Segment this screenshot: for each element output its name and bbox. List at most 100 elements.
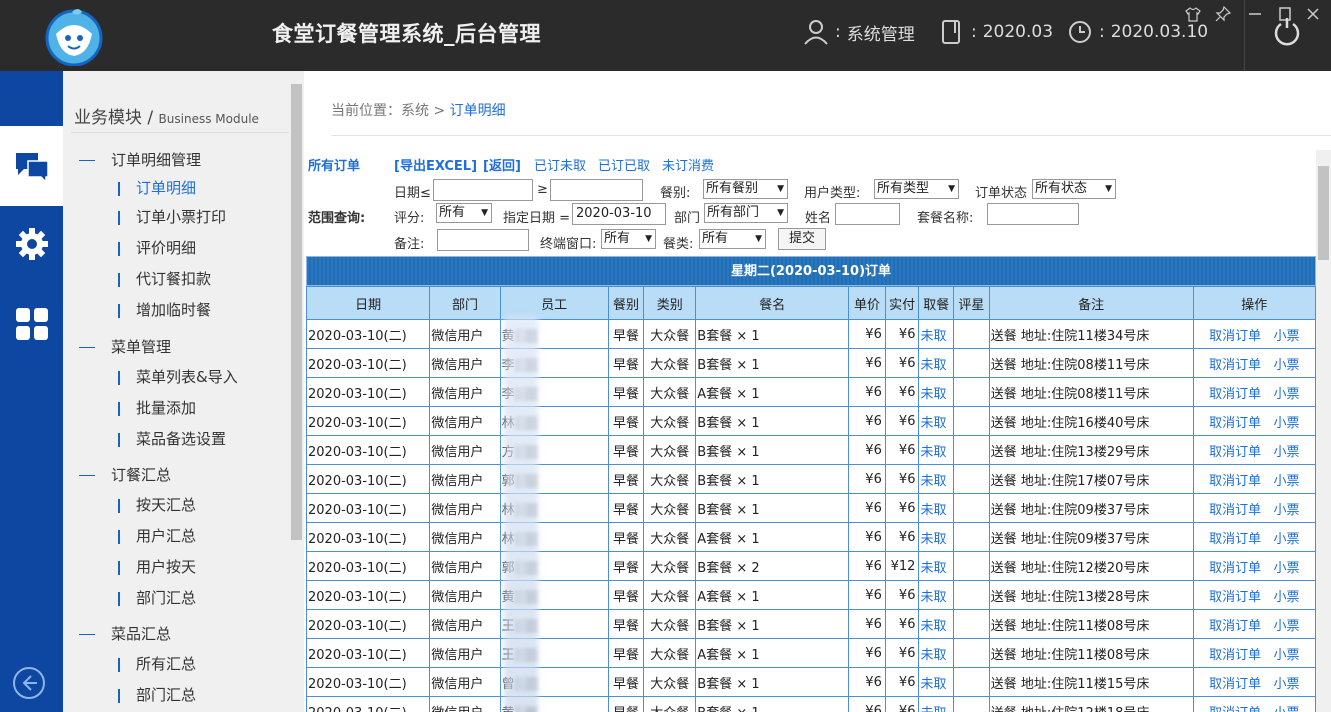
take-status-link[interactable]: 未取 [920,416,946,431]
cell-take[interactable]: 未取 [918,406,955,436]
cell-take[interactable]: 未取 [918,377,955,407]
ticket-link[interactable]: 小票 [1274,503,1300,518]
take-status-link[interactable]: 未取 [920,590,946,605]
category-select[interactable]: 所有 [699,229,766,249]
shirt-icon[interactable] [1182,6,1204,28]
cancel-order-link[interactable]: 取消订单 [1209,532,1261,547]
take-status-link[interactable]: 未取 [920,532,946,547]
sidebar-item-rating-detail[interactable]: 评价明细 [118,237,196,258]
cancel-order-link[interactable]: 取消订单 [1209,677,1261,692]
ticket-link[interactable]: 小票 [1274,561,1300,576]
cell-take[interactable]: 未取 [918,580,955,610]
ticket-link[interactable]: 小票 [1274,445,1300,460]
grid-icon[interactable] [0,284,63,364]
ticket-link[interactable]: 小票 [1274,387,1300,402]
ticket-link[interactable]: 小票 [1274,329,1300,344]
sidebar-item-menu-list[interactable]: 菜单列表&导入 [118,366,238,387]
cell-take[interactable]: 未取 [918,551,955,581]
gear-icon[interactable] [0,204,63,284]
sidebar-scroll-thumb[interactable] [291,84,302,540]
cell-take[interactable]: 未取 [918,493,955,523]
ordered-not-taken-link[interactable]: 已订未取 [534,155,586,174]
all-orders-link[interactable]: 所有订单 [308,155,360,174]
take-status-link[interactable]: 未取 [920,648,946,663]
sidebar-group-menu[interactable]: 菜单管理 [79,336,171,357]
sidebar-group-summary[interactable]: 订餐汇总 [79,464,171,485]
ticket-link[interactable]: 小票 [1274,590,1300,605]
not-ordered-link[interactable]: 未订消费 [662,155,714,174]
cell-take[interactable]: 未取 [918,319,955,349]
ticket-link[interactable]: 小票 [1274,648,1300,663]
ticket-link[interactable]: 小票 [1274,677,1300,692]
take-status-link[interactable]: 未取 [920,387,946,402]
back-link[interactable]: [返回] [483,155,521,174]
cancel-order-link[interactable]: 取消订单 [1209,474,1261,489]
remark-input[interactable] [437,229,529,251]
order-status-select[interactable]: 所有状态 [1032,179,1116,199]
ticket-link[interactable]: 小票 [1274,416,1300,431]
date-ge-input[interactable] [550,179,643,201]
cell-take[interactable]: 未取 [918,348,955,378]
ticket-link[interactable]: 小票 [1274,706,1300,712]
sidebar-item-by-user[interactable]: 用户汇总 [118,525,196,546]
ticket-link[interactable]: 小票 [1274,619,1300,634]
cell-take[interactable]: 未取 [918,667,955,697]
take-status-link[interactable]: 未取 [920,706,946,712]
cancel-order-link[interactable]: 取消订单 [1209,416,1261,431]
ticket-link[interactable]: 小票 [1274,532,1300,547]
sidebar-item-all-summary[interactable]: 所有汇总 [118,653,196,674]
sidebar-item-dish-options[interactable]: 菜品备选设置 [118,428,226,449]
export-excel-link[interactable]: [导出EXCEL] [394,155,477,174]
cell-take[interactable]: 未取 [918,522,955,552]
sidebar-item-order-detail[interactable]: 订单明细 [118,177,196,198]
take-status-link[interactable]: 未取 [920,619,946,634]
power-icon[interactable] [1272,16,1302,46]
cell-take[interactable]: 未取 [918,638,955,668]
main-scroll-thumb[interactable] [1318,166,1329,260]
sidebar-item-batch-add[interactable]: 批量添加 [118,397,196,418]
rating-select[interactable]: 所有 [436,203,492,223]
ticket-link[interactable]: 小票 [1274,474,1300,489]
take-status-link[interactable]: 未取 [920,358,946,373]
cancel-order-link[interactable]: 取消订单 [1209,329,1261,344]
date-le-input[interactable] [433,179,533,201]
take-status-link[interactable]: 未取 [920,561,946,576]
cell-take[interactable]: 未取 [918,435,955,465]
take-status-link[interactable]: 未取 [920,474,946,489]
cancel-order-link[interactable]: 取消订单 [1209,590,1261,605]
ticket-link[interactable]: 小票 [1274,358,1300,373]
cancel-order-link[interactable]: 取消订单 [1209,706,1261,712]
back-arrow-icon[interactable] [12,666,46,700]
cancel-order-link[interactable]: 取消订单 [1209,358,1261,373]
take-status-link[interactable]: 未取 [920,503,946,518]
sidebar-item-dept-summary[interactable]: 部门汇总 [118,684,196,705]
cell-take[interactable]: 未取 [918,609,955,639]
cancel-order-link[interactable]: 取消订单 [1209,648,1261,663]
cancel-order-link[interactable]: 取消订单 [1209,387,1261,402]
sidebar-item-ticket-print[interactable]: 订单小票打印 [118,206,226,227]
sidebar-item-by-dept[interactable]: 部门汇总 [118,587,196,608]
cancel-order-link[interactable]: 取消订单 [1209,619,1261,634]
sidebar-group-dish-summary[interactable]: 菜品汇总 [79,623,171,644]
cancel-order-link[interactable]: 取消订单 [1209,445,1261,460]
sidebar-item-proxy-deduct[interactable]: 代订餐扣款 [118,268,211,289]
cancel-order-link[interactable]: 取消订单 [1209,503,1261,518]
cancel-order-link[interactable]: 取消订单 [1209,561,1261,576]
cell-take[interactable]: 未取 [918,696,955,712]
sidebar-item-by-day[interactable]: 按天汇总 [118,494,196,515]
pin-icon[interactable] [1212,5,1234,28]
take-status-link[interactable]: 未取 [920,677,946,692]
user-info[interactable]: : 系统管理 [803,19,915,45]
sidebar-group-orders[interactable]: 订单明细管理 [79,149,201,170]
take-status-link[interactable]: 未取 [920,329,946,344]
sidebar-item-temp-meal[interactable]: 增加临时餐 [118,299,211,320]
cell-take[interactable]: 未取 [918,464,955,494]
take-status-link[interactable]: 未取 [920,445,946,460]
set-name-input[interactable] [987,203,1079,225]
submit-button[interactable]: 提交 [778,228,826,250]
name-input[interactable] [835,203,900,225]
user-type-select[interactable]: 所有类型 [874,179,959,199]
dept-select[interactable]: 所有部门 [704,203,788,223]
minimize-icon[interactable] [1244,6,1266,28]
date-eq-input[interactable]: 2020-03-10 [572,203,666,225]
